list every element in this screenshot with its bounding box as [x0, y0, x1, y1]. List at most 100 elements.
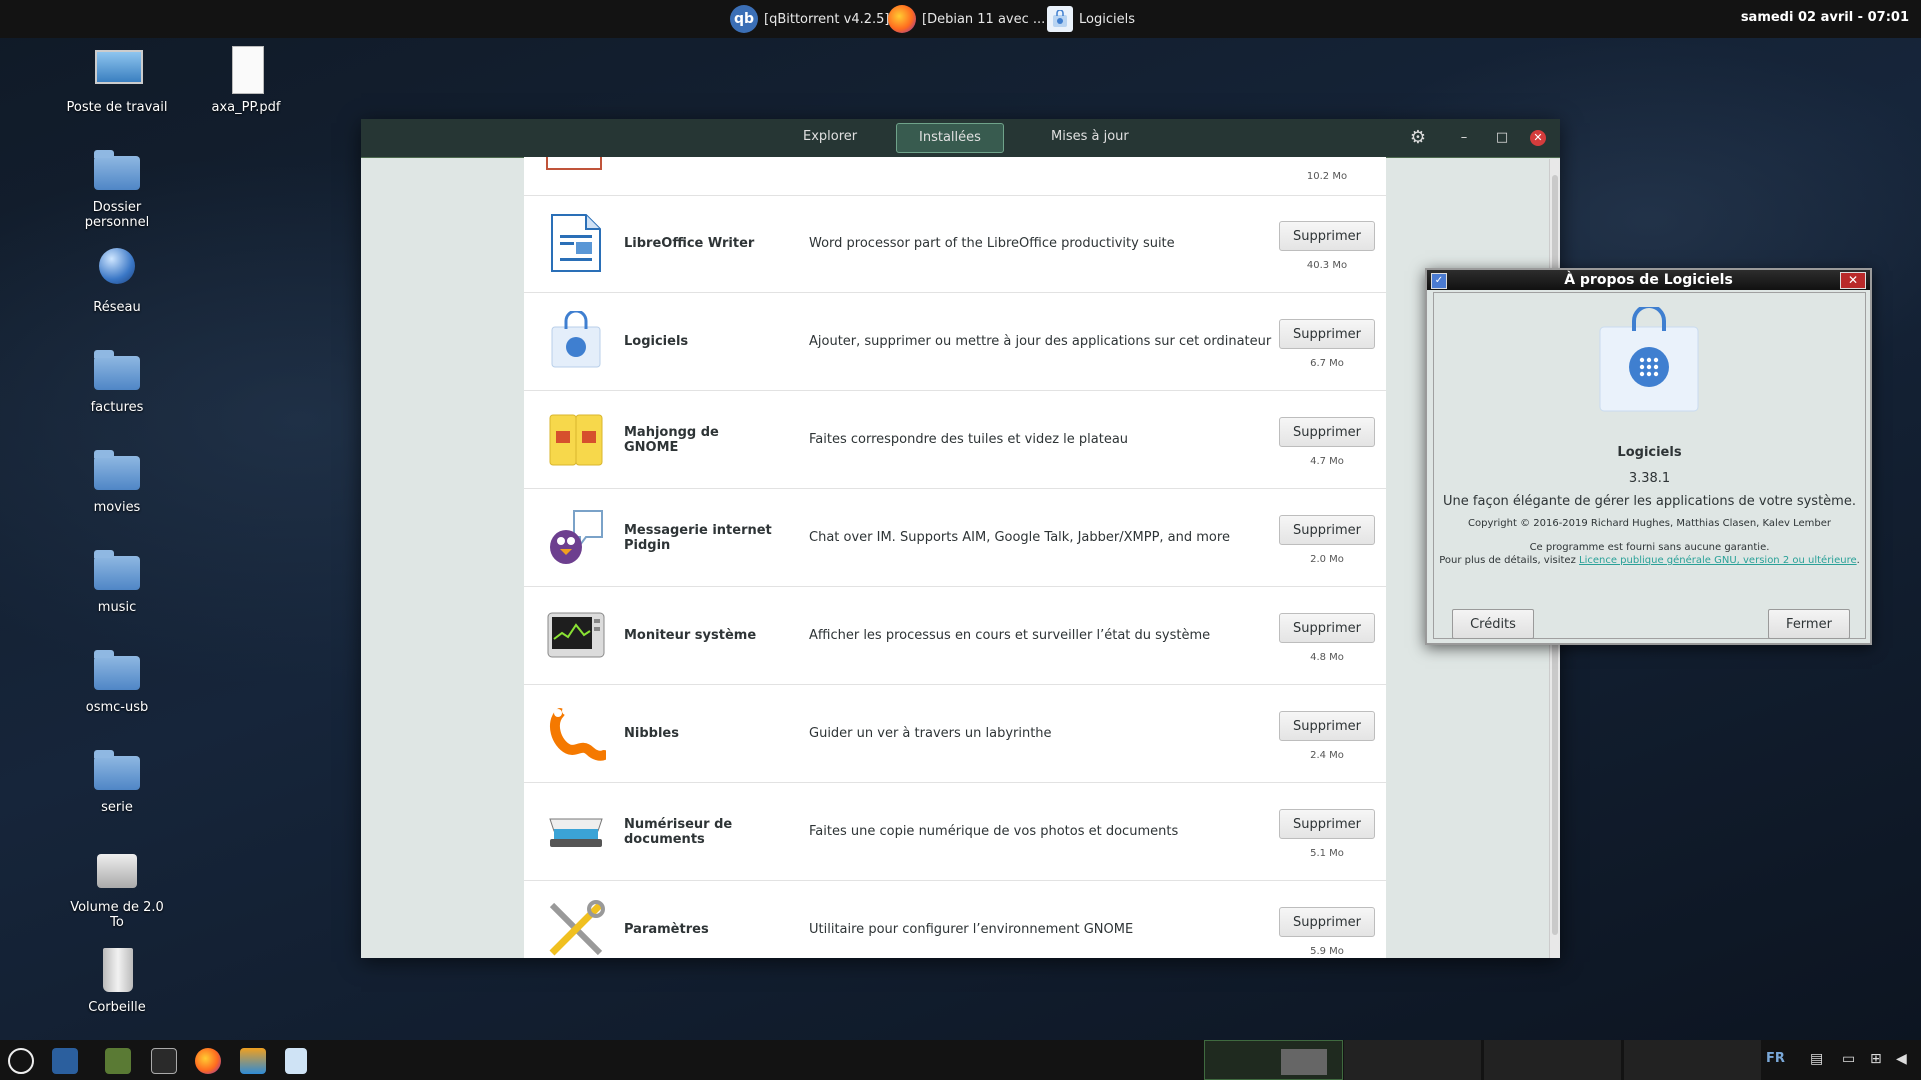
remove-button[interactable]: Supprimer — [1279, 809, 1375, 839]
list-item[interactable]: 10.2 Mo — [524, 157, 1386, 196]
trash-icon — [103, 948, 133, 992]
credits-button[interactable]: Crédits — [1452, 609, 1534, 639]
app-name: Moniteur système — [624, 628, 757, 643]
network-icon[interactable]: ⊞ — [1870, 1051, 1882, 1067]
remove-button[interactable]: Supprimer — [1279, 613, 1375, 643]
gear-icon[interactable]: ⚙ — [1408, 128, 1428, 148]
home-folder-icon — [94, 150, 140, 190]
desktop-icon-movies[interactable]: movies — [62, 446, 172, 515]
remove-button[interactable]: Supprimer — [1279, 319, 1375, 349]
app-description: Word processor part of the LibreOffice p… — [809, 236, 1175, 251]
settings-tools-icon — [549, 900, 605, 956]
keyboard-layout[interactable]: FR — [1766, 1051, 1785, 1066]
app-size: 10.2 Mo — [1306, 171, 1348, 182]
network-globe-icon — [99, 248, 135, 284]
window-header: Explorer Installées Mises à jour ⚙ – □ ✕ — [361, 119, 1560, 158]
desktop-icon-pdf[interactable]: axa_PP.pdf — [191, 46, 301, 115]
installed-apps-list: 10.2 Mo LibreOffice Writer Word processo… — [524, 157, 1386, 958]
network-folder-icon — [94, 550, 140, 590]
desktop-icon-label: Poste de travail — [66, 100, 168, 115]
printer-icon[interactable]: ▤ — [1810, 1051, 1823, 1067]
app-launcher-icon[interactable] — [105, 1048, 131, 1074]
app-description: Afficher les processus en cours et surve… — [809, 628, 1211, 643]
taskbar-item-qbittorrent[interactable]: qb [qBittorrent v4.2.5] — [730, 4, 890, 34]
list-item[interactable]: Moniteur système Afficher les processus … — [524, 587, 1386, 685]
minimize-button[interactable]: – — [1454, 128, 1474, 148]
bottom-panel: FR ▤ ▭ ⊞ ◀ — [0, 1040, 1921, 1080]
app-description: Guider un ver à travers un labyrinthe — [809, 726, 1052, 741]
remove-button[interactable]: Supprimer — [1279, 417, 1375, 447]
about-tagline: Une façon élégante de gérer les applicat… — [1443, 494, 1856, 509]
remove-button[interactable]: Supprimer — [1279, 907, 1375, 937]
text-editor-icon[interactable] — [285, 1048, 307, 1074]
taskbar-item-label: Logiciels — [1079, 11, 1135, 27]
remove-button[interactable]: Supprimer — [1279, 515, 1375, 545]
tab-installed[interactable]: Installées — [896, 123, 1004, 153]
list-item[interactable]: Paramètres Utilitaire pour configurer l’… — [524, 881, 1386, 958]
about-dialog: ✓ À propos de Logiciels ✕ Logiciels 3.38… — [1425, 268, 1872, 645]
desktop-icon-serie[interactable]: serie — [62, 746, 172, 815]
desktop-icon-trash[interactable]: Corbeille — [62, 946, 172, 1015]
maximize-button[interactable]: □ — [1492, 128, 1512, 148]
remove-button[interactable]: Supprimer — [1279, 221, 1375, 251]
workspace-3[interactable] — [1484, 1040, 1621, 1080]
window-menu-icon[interactable]: ✓ — [1431, 273, 1447, 289]
firefox-icon — [888, 5, 916, 33]
menu-icon[interactable] — [8, 1048, 34, 1074]
list-item[interactable]: Messagerie internet Pidgin Chat over IM.… — [524, 489, 1386, 587]
desktop-icon-label: Réseau — [93, 300, 141, 315]
dialog-title: À propos de Logiciels — [1564, 272, 1733, 288]
software-bag-icon — [1047, 6, 1073, 32]
list-item[interactable]: Logiciels Ajouter, supprimer ou mettre à… — [524, 293, 1386, 391]
app-size: 6.7 Mo — [1310, 358, 1344, 369]
workspace-4[interactable] — [1624, 1040, 1761, 1080]
desktop-icon-factures[interactable]: factures — [62, 346, 172, 415]
list-item[interactable]: Numériseur de documents Faites une copie… — [524, 783, 1386, 881]
app-description: Faites une copie numérique de vos photos… — [809, 824, 1179, 839]
taskbar-item-firefox[interactable]: [Debian 11 avec ... — [888, 4, 1045, 34]
about-version: 3.38.1 — [1628, 471, 1671, 486]
workspace-2[interactable] — [1344, 1040, 1481, 1080]
taskbar-item-logiciels[interactable]: Logiciels — [1047, 4, 1135, 34]
layers-icon[interactable] — [240, 1048, 266, 1074]
desktop-icon-music[interactable]: music — [62, 546, 172, 615]
app-description: Faites correspondre des tuiles et videz … — [809, 432, 1129, 447]
app-size: 2.0 Mo — [1310, 554, 1344, 565]
tab-updates[interactable]: Mises à jour — [1029, 123, 1151, 151]
close-icon[interactable]: ✕ — [1840, 272, 1866, 289]
workspace-1[interactable] — [1204, 1040, 1343, 1080]
clock[interactable]: samedi 02 avril - 07:01 — [1741, 10, 1909, 25]
battery-icon[interactable]: ▭ — [1842, 1051, 1855, 1067]
app-size: 4.8 Mo — [1310, 652, 1344, 663]
desktop-icon-computer[interactable]: Poste de travail — [62, 46, 172, 115]
app-name: Messagerie internet Pidgin — [624, 522, 772, 553]
close-button[interactable]: ✕ — [1530, 130, 1546, 146]
list-item[interactable]: LibreOffice Writer Word processor part o… — [524, 195, 1386, 293]
license-link[interactable]: Licence publique générale GNU, version 2… — [1579, 555, 1857, 566]
desktop-icon-home-folder[interactable]: Dossier personnel — [62, 146, 172, 230]
presentation-app-icon — [546, 157, 602, 170]
app-name: LibreOffice Writer — [624, 236, 755, 251]
app-name: Paramètres — [624, 922, 709, 937]
desktop-icon-volume[interactable]: Volume de 2.0 To — [62, 846, 172, 930]
firefox-icon[interactable] — [195, 1048, 221, 1074]
desktop-icon-osmc-usb[interactable]: osmc-usb — [62, 646, 172, 715]
show-desktop-icon[interactable] — [52, 1048, 78, 1074]
dialog-titlebar[interactable]: ✓ À propos de Logiciels ✕ — [1427, 270, 1870, 290]
tab-explorer[interactable]: Explorer — [781, 123, 879, 151]
pidgin-icon — [550, 510, 603, 564]
libreoffice-writer-icon — [551, 214, 601, 272]
window-thumbnail — [1281, 1049, 1327, 1075]
dialog-body: Logiciels 3.38.1 Une façon élégante de g… — [1433, 292, 1866, 639]
close-button[interactable]: Fermer — [1768, 609, 1850, 639]
desktop-icon-label: Volume de 2.0 To — [70, 900, 164, 930]
terminal-icon[interactable] — [151, 1048, 177, 1074]
about-details-text: Pour plus de détails, visitez — [1439, 555, 1579, 566]
about-warranty: Ce programme est fourni sans aucune gara… — [1529, 542, 1770, 553]
desktop-icon-network[interactable]: Réseau — [62, 246, 172, 315]
list-item[interactable]: Mahjongg de GNOME Faites correspondre de… — [524, 391, 1386, 489]
list-item[interactable]: Nibbles Guider un ver à travers un labyr… — [524, 685, 1386, 783]
remove-button[interactable]: Supprimer — [1279, 711, 1375, 741]
network-folder-icon — [94, 350, 140, 390]
volume-icon[interactable]: ◀ — [1896, 1051, 1907, 1067]
